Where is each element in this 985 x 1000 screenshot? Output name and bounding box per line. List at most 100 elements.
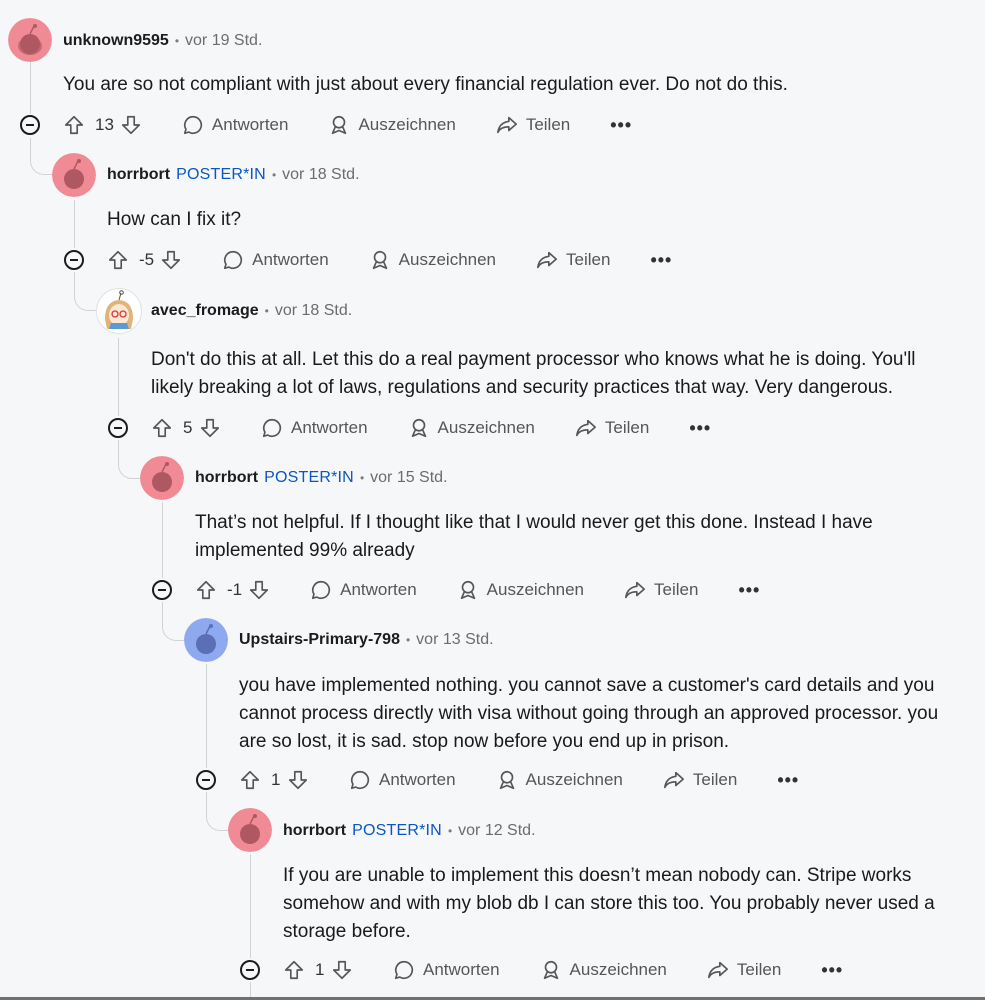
thread-elbow: [162, 602, 185, 641]
comment-meta: avec_fromage • vor 18 Std.: [151, 300, 352, 322]
award-label: Auszeichnen: [437, 418, 535, 437]
share-label: Teilen: [736, 960, 782, 979]
comment-actions: -5 Antworten Auszeichnen Teilen •••: [107, 246, 672, 274]
reply-label: Antworten: [252, 250, 329, 269]
share-button[interactable]: Teilen: [575, 417, 649, 439]
thread-elbow: [30, 138, 53, 175]
comment-body: Don't do this at all. Let this do a real…: [151, 349, 916, 398]
more-options-button[interactable]: •••: [650, 250, 672, 271]
downvote-icon: [332, 960, 352, 980]
comment-meta: horrbort POSTER*IN • vor 12 Std.: [283, 820, 536, 842]
thread-line[interactable]: [74, 200, 75, 248]
award-label: Auszeichnen: [569, 960, 667, 979]
share-button[interactable]: Teilen: [707, 959, 781, 981]
timestamp[interactable]: vor 13 Std.: [416, 631, 493, 649]
op-badge: POSTER*IN: [352, 822, 442, 839]
award-icon: [460, 580, 475, 600]
username[interactable]: horrbort: [195, 469, 258, 487]
avatar[interactable]: [184, 618, 228, 662]
collapse-button[interactable]: [64, 250, 84, 270]
collapse-button[interactable]: [108, 418, 128, 438]
username[interactable]: Upstairs-Primary-798: [239, 631, 400, 649]
upvote-button[interactable]: [63, 114, 85, 136]
downvote-button[interactable]: [199, 417, 221, 439]
upvote-button[interactable]: [239, 769, 261, 791]
username[interactable]: horrbort: [107, 166, 170, 184]
collapse-button[interactable]: [240, 960, 260, 980]
more-options-button[interactable]: •••: [689, 418, 711, 439]
avatar[interactable]: [140, 456, 184, 500]
upvote-icon: [64, 115, 84, 135]
avatar[interactable]: [52, 153, 96, 197]
upvote-button[interactable]: [107, 249, 129, 271]
share-button[interactable]: Teilen: [496, 114, 570, 136]
share-label: Teilen: [525, 115, 571, 134]
comment-actions: -1 Antworten Auszeichnen Teilen •••: [195, 576, 760, 604]
timestamp[interactable]: vor 15 Std.: [370, 469, 447, 487]
award-icon: [332, 115, 347, 135]
downvote-button[interactable]: [287, 769, 309, 791]
timestamp[interactable]: vor 18 Std.: [275, 302, 352, 320]
award-button[interactable]: Auszeichnen: [540, 959, 667, 981]
share-button[interactable]: Teilen: [624, 579, 698, 601]
upvote-button[interactable]: [151, 417, 173, 439]
share-button[interactable]: Teilen: [663, 769, 737, 791]
downvote-button[interactable]: [120, 114, 142, 136]
op-badge: POSTER*IN: [264, 469, 354, 486]
more-options-button[interactable]: •••: [738, 580, 760, 601]
award-label: Auszeichnen: [358, 115, 456, 134]
username[interactable]: avec_fromage: [151, 302, 259, 320]
reply-button[interactable]: Antworten: [393, 959, 500, 981]
reply-button[interactable]: Antworten: [349, 769, 456, 791]
timestamp[interactable]: vor 19 Std.: [185, 32, 262, 50]
thread-elbow: [206, 792, 229, 831]
avatar[interactable]: [96, 288, 142, 334]
avatar[interactable]: [228, 808, 272, 852]
thread-line[interactable]: [162, 502, 163, 578]
comment-body: You are so not compliant with just about…: [63, 74, 788, 95]
vote-score: 5: [183, 418, 193, 437]
award-button[interactable]: Auszeichnen: [457, 579, 584, 601]
collapse-button[interactable]: [196, 770, 216, 790]
upvote-button[interactable]: [283, 959, 305, 981]
reply-button[interactable]: Antworten: [261, 417, 368, 439]
downvote-button[interactable]: [160, 249, 182, 271]
timestamp[interactable]: vor 18 Std.: [282, 166, 359, 184]
comment-meta: Upstairs-Primary-798 • vor 13 Std.: [239, 629, 494, 651]
reply-button[interactable]: Antworten: [310, 579, 417, 601]
reply-button[interactable]: Antworten: [222, 249, 329, 271]
more-options-button[interactable]: •••: [821, 960, 843, 981]
award-button[interactable]: Auszeichnen: [369, 249, 496, 271]
separator-dot: •: [447, 824, 453, 838]
username[interactable]: horrbort: [283, 822, 346, 840]
collapse-button[interactable]: [20, 115, 40, 135]
vote-score: 13: [95, 115, 114, 134]
award-label: Auszeichnen: [486, 580, 585, 599]
downvote-button[interactable]: [248, 579, 270, 601]
upvote-button[interactable]: [195, 579, 217, 601]
more-options-button[interactable]: •••: [610, 115, 632, 136]
reply-button[interactable]: Antworten: [182, 114, 289, 136]
downvote-icon: [250, 580, 269, 600]
thread-line[interactable]: [250, 854, 251, 958]
award-button[interactable]: Auszeichnen: [496, 769, 623, 791]
thread-line[interactable]: [206, 664, 207, 768]
reply-label: Antworten: [211, 115, 289, 134]
thread-line[interactable]: [30, 62, 31, 114]
timestamp[interactable]: vor 12 Std.: [458, 822, 535, 840]
username[interactable]: unknown9595: [63, 32, 169, 50]
thread-line[interactable]: [118, 338, 119, 416]
thread-elbow: [118, 440, 141, 479]
share-button[interactable]: Teilen: [536, 249, 610, 271]
award-button[interactable]: Auszeichnen: [328, 114, 456, 136]
award-icon: [372, 250, 387, 270]
upvote-icon: [284, 960, 304, 980]
share-icon: [707, 961, 728, 979]
more-options-button[interactable]: •••: [777, 770, 799, 791]
share-icon: [663, 771, 684, 789]
collapse-button[interactable]: [152, 580, 172, 600]
avatar[interactable]: [8, 18, 52, 62]
downvote-button[interactable]: [331, 959, 353, 981]
award-button[interactable]: Auszeichnen: [408, 417, 535, 439]
comment-meta: horrbort POSTER*IN • vor 15 Std.: [195, 467, 448, 489]
